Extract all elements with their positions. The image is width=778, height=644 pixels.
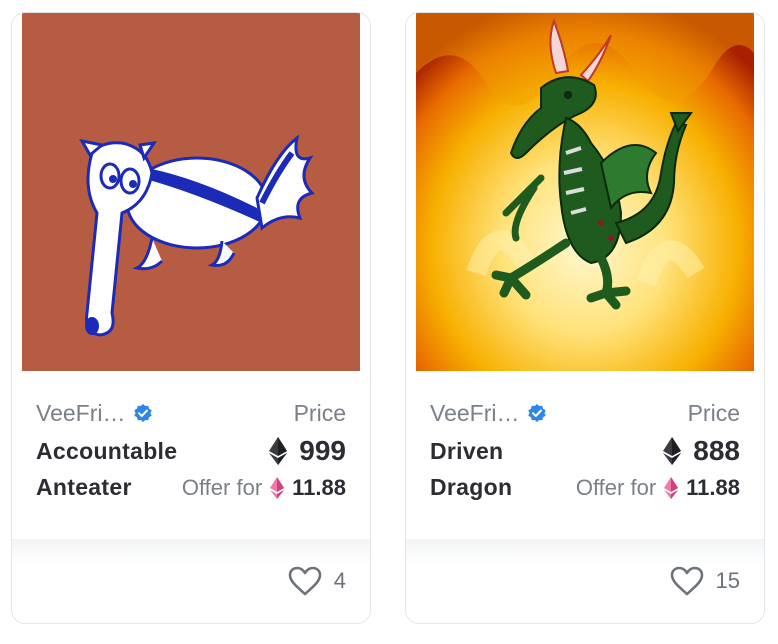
nft-artwork-anteater[interactable] [22, 13, 360, 371]
offer-label: Offer for [575, 475, 657, 500]
heart-like-icon[interactable] [670, 566, 704, 596]
offer-label: Offer for [181, 475, 263, 500]
nft-title-line-2: Anteater [36, 474, 132, 500]
anteater-illustration [22, 13, 360, 371]
nft-card[interactable]: VeeFri… Price Accountable Anteater 999 O… [11, 12, 371, 624]
ethereum-icon [269, 437, 288, 465]
nft-title-line-2: Dragon [430, 474, 513, 500]
price-value: 999 [299, 435, 346, 466]
nft-title-line-1: Driven [430, 438, 504, 464]
heart-like-icon[interactable] [288, 566, 322, 596]
ethereum-icon [663, 437, 682, 465]
price-label: Price [687, 399, 740, 426]
offer-value: 11.88 [292, 475, 346, 500]
price-label: Price [293, 399, 346, 426]
offer-value: 11.88 [686, 475, 740, 500]
verified-badge-icon [134, 404, 153, 422]
nft-artwork-dragon[interactable] [416, 13, 754, 371]
like-count: 15 [715, 568, 740, 593]
creator-link[interactable]: VeeFri… [430, 400, 547, 427]
creator-name[interactable]: VeeFri… [430, 400, 519, 427]
creator-link[interactable]: VeeFri… [36, 400, 153, 427]
price-value: 888 [693, 435, 740, 466]
ethereum-offer-icon [664, 477, 679, 499]
verified-badge-icon [528, 404, 547, 422]
nft-title[interactable]: Driven Dragon [430, 433, 512, 507]
ethereum-offer-icon [270, 477, 285, 499]
like-count: 4 [333, 568, 346, 593]
nft-title[interactable]: Accountable Anteater [36, 433, 177, 507]
nft-title-line-1: Accountable [36, 438, 178, 464]
nft-card[interactable]: VeeFri… Price Driven Dragon 888 Offer fo… [405, 12, 765, 624]
dragon-illustration [416, 13, 754, 371]
creator-name[interactable]: VeeFri… [36, 400, 125, 427]
